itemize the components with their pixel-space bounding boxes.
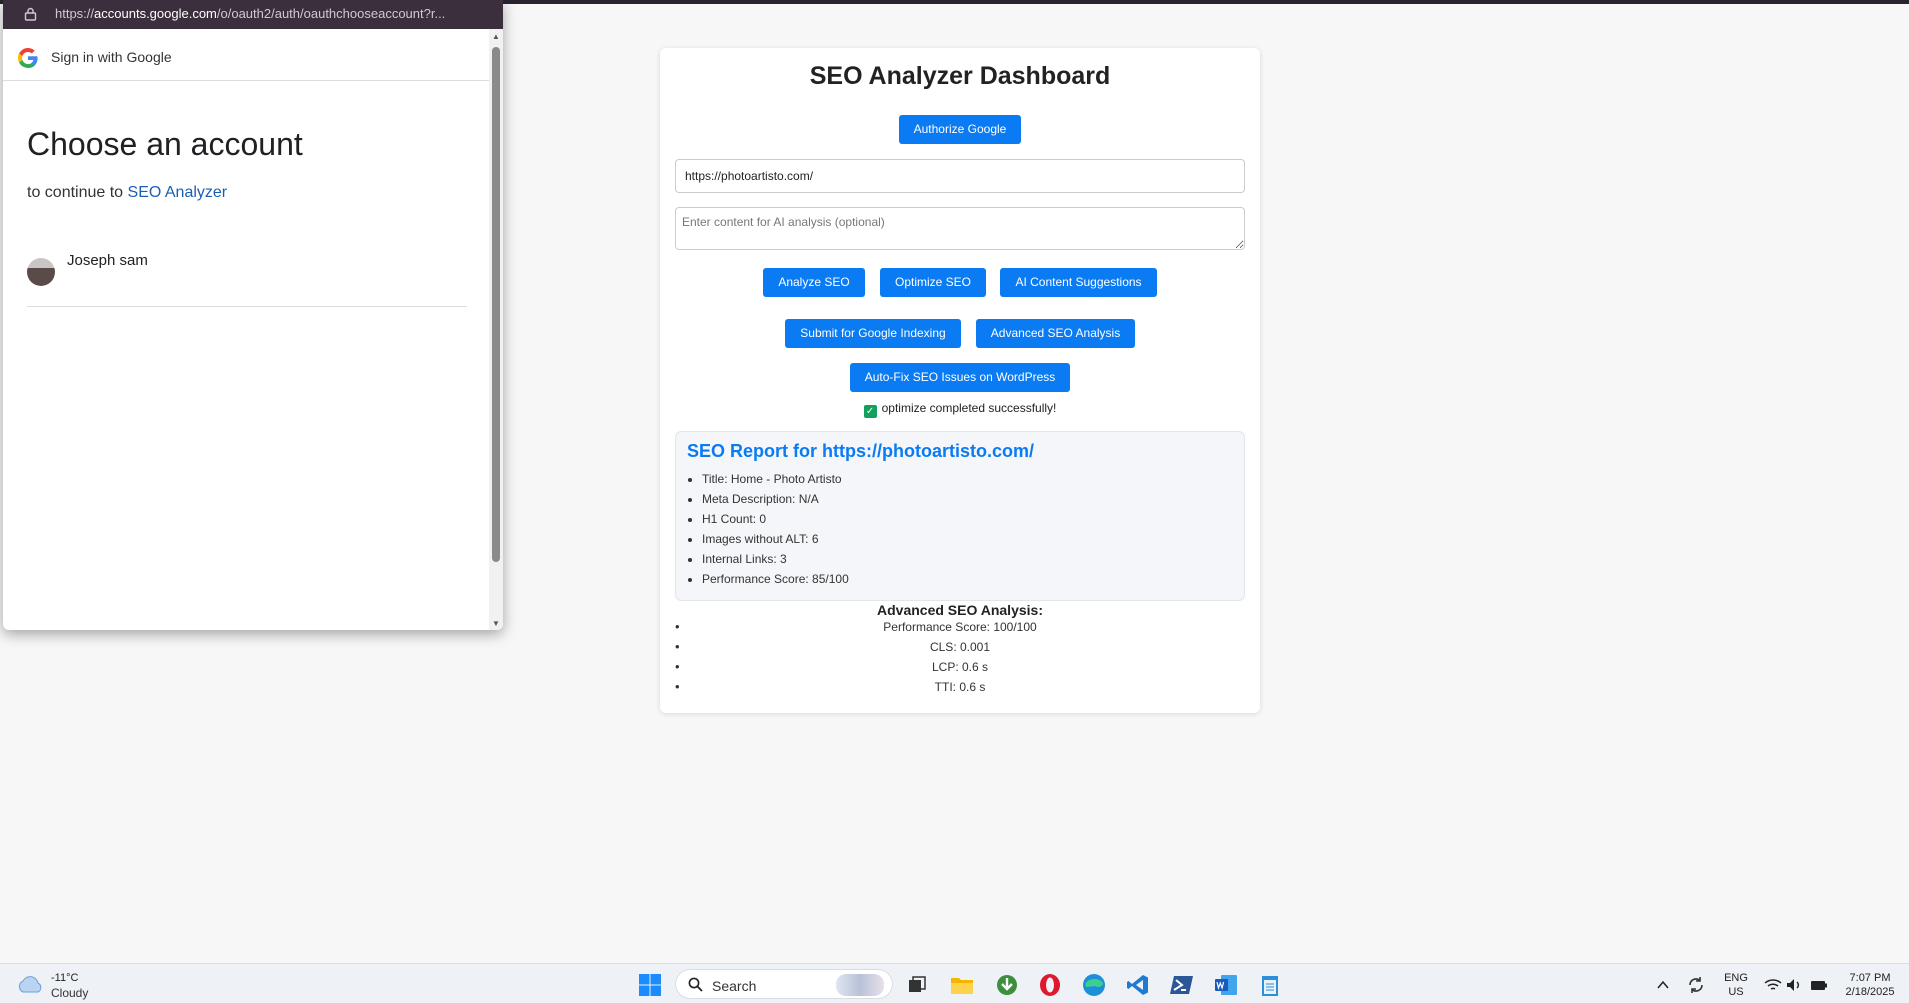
status-text: optimize completed successfully! — [881, 401, 1057, 415]
checkmark-icon: ✓ — [863, 405, 877, 418]
url-host: accounts.google.com — [94, 6, 217, 21]
language-bottom: US — [1728, 986, 1744, 998]
seo-report-panel: SEO Report for https://photoartisto.com/… — [675, 431, 1245, 601]
opera-browser-icon[interactable] — [1037, 972, 1063, 998]
volume-icon[interactable] — [1781, 972, 1807, 998]
windows-taskbar: -11°C Cloudy Search ENG US 7:07 PM 2/18/… — [0, 963, 1909, 1003]
google-signin-popup: https://accounts.google.com/o/oauth2/aut… — [3, 0, 503, 630]
search-placeholder: Search — [712, 978, 757, 994]
file-explorer-icon[interactable] — [949, 972, 975, 998]
url-input[interactable] — [675, 159, 1245, 193]
weather-temperature: -11°C — [51, 972, 79, 984]
weather-condition: Cloudy — [51, 986, 89, 1000]
popup-scrollbar[interactable]: ▲ ▼ — [489, 29, 503, 630]
advanced-analysis-list: Performance Score: 100/100 CLS: 0.001 LC… — [675, 617, 1245, 697]
popup-header: Sign in with Google — [3, 29, 503, 81]
report-item: Performance Score: 85/100 — [702, 569, 849, 589]
edge-browser-icon[interactable] — [1081, 972, 1107, 998]
taskbar-search[interactable]: Search — [675, 969, 893, 999]
clock-date: 2/18/2025 — [1845, 986, 1895, 998]
app-name-link[interactable]: SEO Analyzer — [128, 184, 228, 201]
google-logo-icon — [18, 48, 38, 68]
scroll-down-arrow-icon[interactable]: ▼ — [492, 619, 500, 628]
analyze-seo-button[interactable]: Analyze SEO — [763, 268, 865, 297]
powershell-icon[interactable] — [1169, 972, 1195, 998]
continue-to-text: to continue to SEO Analyzer — [27, 184, 227, 202]
popup-address-bar: https://accounts.google.com/o/oauth2/aut… — [3, 0, 503, 29]
authorize-google-button[interactable]: Authorize Google — [899, 115, 1021, 144]
popup-header-label: Sign in with Google — [51, 49, 172, 65]
report-item: Title: Home - Photo Artisto — [702, 469, 849, 489]
windows-start-icon[interactable] — [637, 972, 663, 998]
sync-icon[interactable] — [1683, 972, 1709, 998]
internet-download-manager-icon[interactable] — [994, 972, 1020, 998]
lock-icon — [24, 7, 37, 21]
battery-icon[interactable] — [1806, 972, 1832, 998]
report-item: Images without ALT: 6 — [702, 529, 849, 549]
advanced-item: CLS: 0.001 — [675, 637, 1245, 657]
ai-content-suggestions-button[interactable]: AI Content Suggestions — [1000, 268, 1157, 297]
account-option[interactable]: Joseph sam — [27, 248, 467, 307]
optimize-seo-button[interactable]: Optimize SEO — [880, 268, 986, 297]
report-item: Internal Links: 3 — [702, 549, 849, 569]
avatar — [27, 258, 55, 286]
language-indicator[interactable]: ENG US — [1720, 971, 1752, 999]
clock[interactable]: 7:07 PM 2/18/2025 — [1834, 971, 1906, 999]
cloud-icon — [18, 976, 42, 993]
language-top: ENG — [1724, 972, 1748, 984]
report-item: H1 Count: 0 — [702, 509, 849, 529]
report-list: Title: Home - Photo Artisto Meta Descrip… — [702, 469, 849, 589]
task-view-icon[interactable] — [904, 972, 930, 998]
advanced-item: Performance Score: 100/100 — [675, 617, 1245, 637]
search-icon — [688, 977, 703, 992]
status-message: ✓ optimize completed successfully! — [660, 401, 1260, 418]
dashboard-title: SEO Analyzer Dashboard — [809, 62, 1111, 90]
seo-dashboard-card: SEO Analyzer Dashboard Authorize Google … — [660, 48, 1260, 713]
submit-google-indexing-button[interactable]: Submit for Google Indexing — [785, 319, 961, 348]
notepad-icon[interactable] — [1257, 972, 1283, 998]
advanced-seo-analysis-button[interactable]: Advanced SEO Analysis — [976, 319, 1135, 348]
advanced-analysis-heading: Advanced SEO Analysis: — [877, 602, 1043, 618]
report-item: Meta Description: N/A — [702, 489, 849, 509]
continue-label: to continue to — [27, 184, 124, 201]
scrollbar-thumb[interactable] — [492, 47, 500, 562]
chevron-up-icon[interactable] — [1650, 972, 1676, 998]
clock-time: 7:07 PM — [1849, 972, 1891, 984]
vscode-icon[interactable] — [1125, 972, 1151, 998]
advanced-item: TTI: 0.6 s — [675, 677, 1245, 697]
search-highlight-image — [836, 974, 884, 996]
content-textarea[interactable] — [675, 207, 1245, 250]
url-prefix: https:// — [55, 6, 95, 21]
word-icon[interactable] — [1213, 972, 1239, 998]
report-heading: SEO Report for https://photoartisto.com/ — [687, 441, 1034, 461]
choose-account-heading: Choose an account — [27, 126, 303, 162]
account-name: Joseph sam — [67, 252, 148, 269]
url-path: /o/oauth2/auth/oauthchooseaccount?r... — [216, 6, 446, 21]
scroll-up-arrow-icon[interactable]: ▲ — [492, 32, 500, 41]
auto-fix-wordpress-button[interactable]: Auto-Fix SEO Issues on WordPress — [850, 363, 1070, 392]
advanced-item: LCP: 0.6 s — [675, 657, 1245, 677]
